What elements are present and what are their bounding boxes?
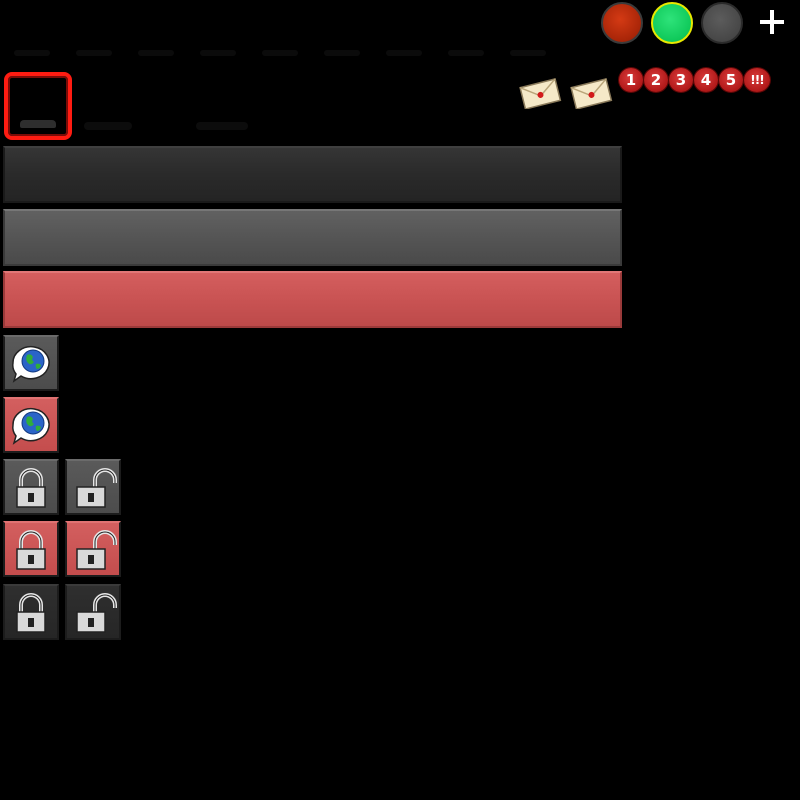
lock-open-button[interactable] — [65, 521, 121, 577]
envelope-icon[interactable] — [569, 77, 613, 109]
gray-bar[interactable] — [3, 209, 622, 266]
envelope-icon[interactable] — [518, 77, 562, 109]
number-badge[interactable]: 3 — [669, 68, 693, 92]
lock-open-icon — [76, 530, 117, 570]
placeholder-dash — [76, 50, 112, 56]
dark-bar[interactable] — [3, 146, 622, 203]
number-badge[interactable]: 1 — [619, 68, 643, 92]
lock-open-button[interactable] — [65, 584, 121, 640]
lock-closed-button[interactable] — [3, 521, 59, 577]
color-swatch-red[interactable] — [601, 2, 643, 44]
number-badge[interactable]: 5 — [719, 68, 743, 92]
placeholder-dash — [448, 50, 484, 56]
globe-chat-button[interactable] — [3, 335, 59, 391]
number-badge[interactable]: 4 — [694, 68, 718, 92]
lock-open-button[interactable] — [65, 459, 121, 515]
placeholder-dash — [196, 122, 248, 130]
lock-closed-icon — [16, 468, 46, 508]
number-badges: 1 2 3 4 5 !!! — [619, 68, 770, 92]
lock-closed-button[interactable] — [3, 459, 59, 515]
globe-chat-icon — [12, 407, 50, 445]
placeholder-dash — [138, 50, 174, 56]
placeholder-dash — [262, 50, 298, 56]
number-badge[interactable]: 2 — [644, 68, 668, 92]
selected-slot[interactable] — [4, 72, 72, 140]
color-swatch-gray[interactable] — [701, 2, 743, 44]
alert-badge[interactable]: !!! — [744, 68, 770, 92]
placeholder-dash — [14, 50, 50, 56]
placeholder-dash — [510, 50, 546, 56]
lock-closed-icon — [16, 530, 46, 570]
globe-chat-icon — [12, 345, 50, 383]
lock-open-icon — [76, 468, 117, 508]
red-bar[interactable] — [3, 271, 622, 328]
game-ui-sheet: 1 2 3 4 5 !!! — [0, 0, 800, 800]
placeholder-dash — [324, 50, 360, 56]
color-swatch-green[interactable] — [651, 2, 693, 44]
lock-open-icon — [76, 593, 117, 633]
placeholder-dash — [84, 122, 132, 130]
globe-chat-button[interactable] — [3, 397, 59, 453]
lock-closed-icon — [16, 593, 46, 633]
plus-icon[interactable] — [754, 4, 790, 40]
lock-closed-button[interactable] — [3, 584, 59, 640]
placeholder-dash — [200, 50, 236, 56]
placeholder-dash — [386, 50, 422, 56]
